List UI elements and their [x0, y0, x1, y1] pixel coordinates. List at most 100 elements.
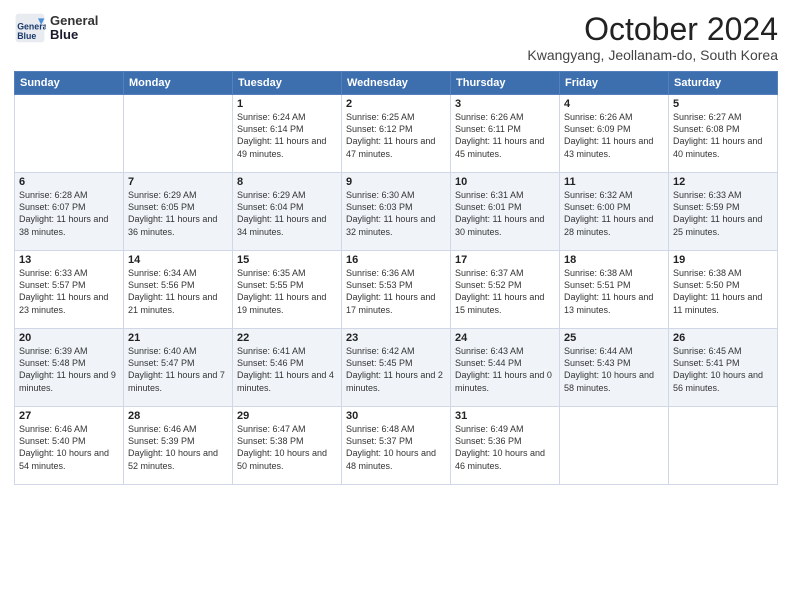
th-wednesday: Wednesday [342, 72, 451, 95]
week-row-2: 6Sunrise: 6:28 AM Sunset: 6:07 PM Daylig… [15, 173, 778, 251]
day-detail-20: Sunrise: 6:39 AM Sunset: 5:48 PM Dayligh… [19, 345, 119, 394]
day-detail-19: Sunrise: 6:38 AM Sunset: 5:50 PM Dayligh… [673, 267, 773, 316]
cell-w4-d3: 22Sunrise: 6:41 AM Sunset: 5:46 PM Dayli… [233, 329, 342, 407]
day-detail-14: Sunrise: 6:34 AM Sunset: 5:56 PM Dayligh… [128, 267, 228, 316]
day-detail-24: Sunrise: 6:43 AM Sunset: 5:44 PM Dayligh… [455, 345, 555, 394]
day-num-10: 10 [455, 176, 555, 188]
header-row: Sunday Monday Tuesday Wednesday Thursday… [15, 72, 778, 95]
day-num-29: 29 [237, 410, 337, 422]
day-num-22: 22 [237, 332, 337, 344]
th-saturday: Saturday [669, 72, 778, 95]
day-detail-27: Sunrise: 6:46 AM Sunset: 5:40 PM Dayligh… [19, 423, 119, 472]
th-friday: Friday [560, 72, 669, 95]
logo-line1: General [50, 14, 98, 28]
day-num-2: 2 [346, 98, 446, 110]
day-detail-25: Sunrise: 6:44 AM Sunset: 5:43 PM Dayligh… [564, 345, 664, 394]
title-section: October 2024 Kwangyang, Jeollanam-do, So… [527, 12, 778, 63]
cell-w4-d1: 20Sunrise: 6:39 AM Sunset: 5:48 PM Dayli… [15, 329, 124, 407]
day-num-5: 5 [673, 98, 773, 110]
cell-w5-d4: 30Sunrise: 6:48 AM Sunset: 5:37 PM Dayli… [342, 407, 451, 485]
logo-line2: Blue [50, 28, 98, 42]
page-container: General Blue General Blue October 2024 K… [0, 0, 792, 612]
cell-w3-d6: 18Sunrise: 6:38 AM Sunset: 5:51 PM Dayli… [560, 251, 669, 329]
calendar-header: Sunday Monday Tuesday Wednesday Thursday… [15, 72, 778, 95]
th-tuesday: Tuesday [233, 72, 342, 95]
cell-w1-d1 [15, 95, 124, 173]
day-detail-26: Sunrise: 6:45 AM Sunset: 5:41 PM Dayligh… [673, 345, 773, 394]
day-detail-3: Sunrise: 6:26 AM Sunset: 6:11 PM Dayligh… [455, 111, 555, 160]
cell-w5-d1: 27Sunrise: 6:46 AM Sunset: 5:40 PM Dayli… [15, 407, 124, 485]
cell-w3-d7: 19Sunrise: 6:38 AM Sunset: 5:50 PM Dayli… [669, 251, 778, 329]
calendar-body: 1Sunrise: 6:24 AM Sunset: 6:14 PM Daylig… [15, 95, 778, 485]
day-num-4: 4 [564, 98, 664, 110]
cell-w3-d2: 14Sunrise: 6:34 AM Sunset: 5:56 PM Dayli… [124, 251, 233, 329]
day-num-6: 6 [19, 176, 119, 188]
svg-text:Blue: Blue [17, 31, 36, 41]
day-num-8: 8 [237, 176, 337, 188]
day-detail-16: Sunrise: 6:36 AM Sunset: 5:53 PM Dayligh… [346, 267, 446, 316]
day-num-13: 13 [19, 254, 119, 266]
day-num-18: 18 [564, 254, 664, 266]
logo-icon: General Blue [14, 12, 46, 44]
cell-w1-d3: 1Sunrise: 6:24 AM Sunset: 6:14 PM Daylig… [233, 95, 342, 173]
day-num-15: 15 [237, 254, 337, 266]
cell-w5-d7 [669, 407, 778, 485]
day-detail-17: Sunrise: 6:37 AM Sunset: 5:52 PM Dayligh… [455, 267, 555, 316]
th-monday: Monday [124, 72, 233, 95]
cell-w3-d1: 13Sunrise: 6:33 AM Sunset: 5:57 PM Dayli… [15, 251, 124, 329]
cell-w3-d5: 17Sunrise: 6:37 AM Sunset: 5:52 PM Dayli… [451, 251, 560, 329]
cell-w4-d4: 23Sunrise: 6:42 AM Sunset: 5:45 PM Dayli… [342, 329, 451, 407]
cell-w1-d2 [124, 95, 233, 173]
week-row-4: 20Sunrise: 6:39 AM Sunset: 5:48 PM Dayli… [15, 329, 778, 407]
day-num-25: 25 [564, 332, 664, 344]
cell-w1-d5: 3Sunrise: 6:26 AM Sunset: 6:11 PM Daylig… [451, 95, 560, 173]
week-row-1: 1Sunrise: 6:24 AM Sunset: 6:14 PM Daylig… [15, 95, 778, 173]
day-num-21: 21 [128, 332, 228, 344]
day-detail-5: Sunrise: 6:27 AM Sunset: 6:08 PM Dayligh… [673, 111, 773, 160]
cell-w2-d5: 10Sunrise: 6:31 AM Sunset: 6:01 PM Dayli… [451, 173, 560, 251]
day-detail-1: Sunrise: 6:24 AM Sunset: 6:14 PM Dayligh… [237, 111, 337, 160]
cell-w2-d3: 8Sunrise: 6:29 AM Sunset: 6:04 PM Daylig… [233, 173, 342, 251]
day-detail-9: Sunrise: 6:30 AM Sunset: 6:03 PM Dayligh… [346, 189, 446, 238]
week-row-3: 13Sunrise: 6:33 AM Sunset: 5:57 PM Dayli… [15, 251, 778, 329]
day-num-14: 14 [128, 254, 228, 266]
day-num-20: 20 [19, 332, 119, 344]
cell-w5-d3: 29Sunrise: 6:47 AM Sunset: 5:38 PM Dayli… [233, 407, 342, 485]
day-detail-29: Sunrise: 6:47 AM Sunset: 5:38 PM Dayligh… [237, 423, 337, 472]
day-detail-28: Sunrise: 6:46 AM Sunset: 5:39 PM Dayligh… [128, 423, 228, 472]
day-num-24: 24 [455, 332, 555, 344]
day-detail-15: Sunrise: 6:35 AM Sunset: 5:55 PM Dayligh… [237, 267, 337, 316]
day-detail-21: Sunrise: 6:40 AM Sunset: 5:47 PM Dayligh… [128, 345, 228, 394]
day-detail-12: Sunrise: 6:33 AM Sunset: 5:59 PM Dayligh… [673, 189, 773, 238]
day-detail-22: Sunrise: 6:41 AM Sunset: 5:46 PM Dayligh… [237, 345, 337, 394]
day-detail-7: Sunrise: 6:29 AM Sunset: 6:05 PM Dayligh… [128, 189, 228, 238]
cell-w4-d7: 26Sunrise: 6:45 AM Sunset: 5:41 PM Dayli… [669, 329, 778, 407]
cell-w5-d6 [560, 407, 669, 485]
week-row-5: 27Sunrise: 6:46 AM Sunset: 5:40 PM Dayli… [15, 407, 778, 485]
header: General Blue General Blue October 2024 K… [14, 12, 778, 63]
day-num-3: 3 [455, 98, 555, 110]
th-thursday: Thursday [451, 72, 560, 95]
day-detail-6: Sunrise: 6:28 AM Sunset: 6:07 PM Dayligh… [19, 189, 119, 238]
cell-w4-d6: 25Sunrise: 6:44 AM Sunset: 5:43 PM Dayli… [560, 329, 669, 407]
cell-w3-d4: 16Sunrise: 6:36 AM Sunset: 5:53 PM Dayli… [342, 251, 451, 329]
day-num-11: 11 [564, 176, 664, 188]
cell-w5-d5: 31Sunrise: 6:49 AM Sunset: 5:36 PM Dayli… [451, 407, 560, 485]
cell-w3-d3: 15Sunrise: 6:35 AM Sunset: 5:55 PM Dayli… [233, 251, 342, 329]
day-detail-10: Sunrise: 6:31 AM Sunset: 6:01 PM Dayligh… [455, 189, 555, 238]
cell-w2-d7: 12Sunrise: 6:33 AM Sunset: 5:59 PM Dayli… [669, 173, 778, 251]
day-num-23: 23 [346, 332, 446, 344]
day-detail-11: Sunrise: 6:32 AM Sunset: 6:00 PM Dayligh… [564, 189, 664, 238]
day-num-1: 1 [237, 98, 337, 110]
cell-w5-d2: 28Sunrise: 6:46 AM Sunset: 5:39 PM Dayli… [124, 407, 233, 485]
month-title: October 2024 [527, 12, 778, 47]
day-detail-30: Sunrise: 6:48 AM Sunset: 5:37 PM Dayligh… [346, 423, 446, 472]
day-detail-8: Sunrise: 6:29 AM Sunset: 6:04 PM Dayligh… [237, 189, 337, 238]
day-num-31: 31 [455, 410, 555, 422]
day-num-27: 27 [19, 410, 119, 422]
location: Kwangyang, Jeollanam-do, South Korea [527, 47, 778, 63]
logo-text: General Blue [50, 14, 98, 43]
cell-w4-d2: 21Sunrise: 6:40 AM Sunset: 5:47 PM Dayli… [124, 329, 233, 407]
cell-w1-d4: 2Sunrise: 6:25 AM Sunset: 6:12 PM Daylig… [342, 95, 451, 173]
day-detail-2: Sunrise: 6:25 AM Sunset: 6:12 PM Dayligh… [346, 111, 446, 160]
